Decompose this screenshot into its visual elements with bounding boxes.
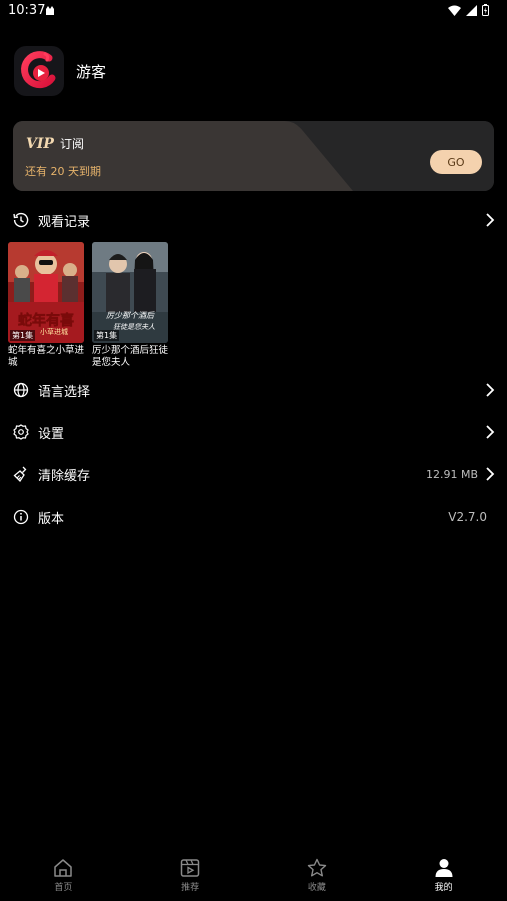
poster-thumbnail[interactable]: 蛇年有喜 小草进城 第1集: [8, 242, 84, 343]
clear-cache-row[interactable]: 清除缓存 12.91 MB: [0, 457, 507, 491]
poster-subtitle-art: 狂徒是您夫人: [113, 323, 155, 331]
cache-size: 12.91 MB: [425, 467, 478, 481]
poster-thumbnail[interactable]: 厉少那个酒后 狂徒是您夫人 第1集: [92, 242, 168, 343]
chevron-right-icon: [486, 213, 495, 227]
video-icon: [180, 859, 200, 877]
episode-badge: 第1集: [10, 330, 36, 341]
poster-subtitle-art: 小草进城: [40, 327, 68, 336]
language-row[interactable]: 语言选择: [0, 373, 507, 407]
settings-row[interactable]: 设置: [0, 415, 507, 449]
wifi-icon: [448, 5, 461, 16]
status-bar: 10:37: [0, 0, 507, 22]
settings-label: 设置: [38, 426, 65, 442]
tab-home[interactable]: 首页: [0, 851, 127, 901]
poster-title: 厉少那个酒后狂徒是您夫人: [92, 345, 169, 368]
chevron-right-icon: [486, 467, 495, 481]
watch-history-label: 观看记录: [38, 214, 91, 230]
info-icon: [13, 509, 29, 525]
broom-icon: [13, 466, 29, 482]
watch-history-row[interactable]: 观看记录: [0, 203, 507, 237]
signal-icon: [466, 4, 477, 16]
vip-go-button[interactable]: GO: [430, 150, 482, 174]
tab-profile[interactable]: 我的: [380, 851, 507, 901]
globe-icon: [13, 382, 29, 398]
vip-label: 订阅: [59, 137, 84, 151]
history-item[interactable]: 蛇年有喜 小草进城 第1集 蛇年有喜之小草进城: [8, 242, 84, 369]
vip-expiry-text: 还有 20 天到期: [25, 165, 101, 178]
episode-badge: 第1集: [94, 330, 120, 341]
notification-icon: [46, 6, 54, 15]
battery-icon: [482, 4, 489, 16]
gear-icon: [13, 424, 29, 440]
poster-title: 蛇年有喜之小草进城: [8, 345, 85, 368]
version-label: 版本: [38, 511, 65, 527]
username: 游客: [76, 62, 107, 81]
poster-image: 厉少那个酒后 狂徒是您夫人: [92, 242, 168, 343]
chevron-right-icon: [486, 383, 495, 397]
history-list: 蛇年有喜 小草进城 第1集 蛇年有喜之小草进城 厉少那个酒后 狂徒是您夫人 第1…: [8, 242, 168, 369]
history-icon: [13, 212, 29, 228]
status-icons: [448, 4, 489, 16]
tab-profile-label: 我的: [434, 883, 453, 893]
tab-recommend[interactable]: 推荐: [127, 851, 254, 901]
star-icon: [307, 858, 327, 877]
language-label: 语言选择: [38, 384, 91, 400]
vip-subscription-card[interactable]: VIP 订阅 还有 20 天到期 GO: [13, 121, 494, 191]
version-row: 版本 V2.7.0: [0, 500, 507, 534]
status-time: 10:37: [8, 3, 46, 18]
app-logo: [14, 46, 64, 96]
vip-title: VIP 订阅: [26, 135, 84, 152]
app-logo-icon: [21, 51, 56, 89]
version-value: V2.7.0: [448, 510, 487, 524]
history-item[interactable]: 厉少那个酒后 狂徒是您夫人 第1集 厉少那个酒后狂徒是您夫人: [92, 242, 168, 369]
tab-favorites-label: 收藏: [307, 883, 326, 893]
chevron-right-icon: [486, 425, 495, 439]
tab-home-label: 首页: [54, 883, 73, 893]
clear-cache-label: 清除缓存: [38, 468, 91, 484]
vip-card-background: [13, 121, 494, 191]
tab-recommend-label: 推荐: [181, 883, 200, 893]
poster-title-art: 蛇年有喜: [18, 312, 74, 329]
bottom-tab-bar: 首页 推荐 收藏 我的: [0, 851, 507, 901]
home-icon: [54, 859, 73, 877]
poster-title-art: 厉少那个酒后: [106, 311, 155, 320]
tab-favorites[interactable]: 收藏: [254, 851, 381, 901]
profile-icon: [435, 859, 453, 877]
profile-header[interactable]: 游客: [14, 46, 106, 96]
poster-image: 蛇年有喜 小草进城: [8, 242, 84, 343]
vip-badge: VIP: [26, 136, 54, 152]
